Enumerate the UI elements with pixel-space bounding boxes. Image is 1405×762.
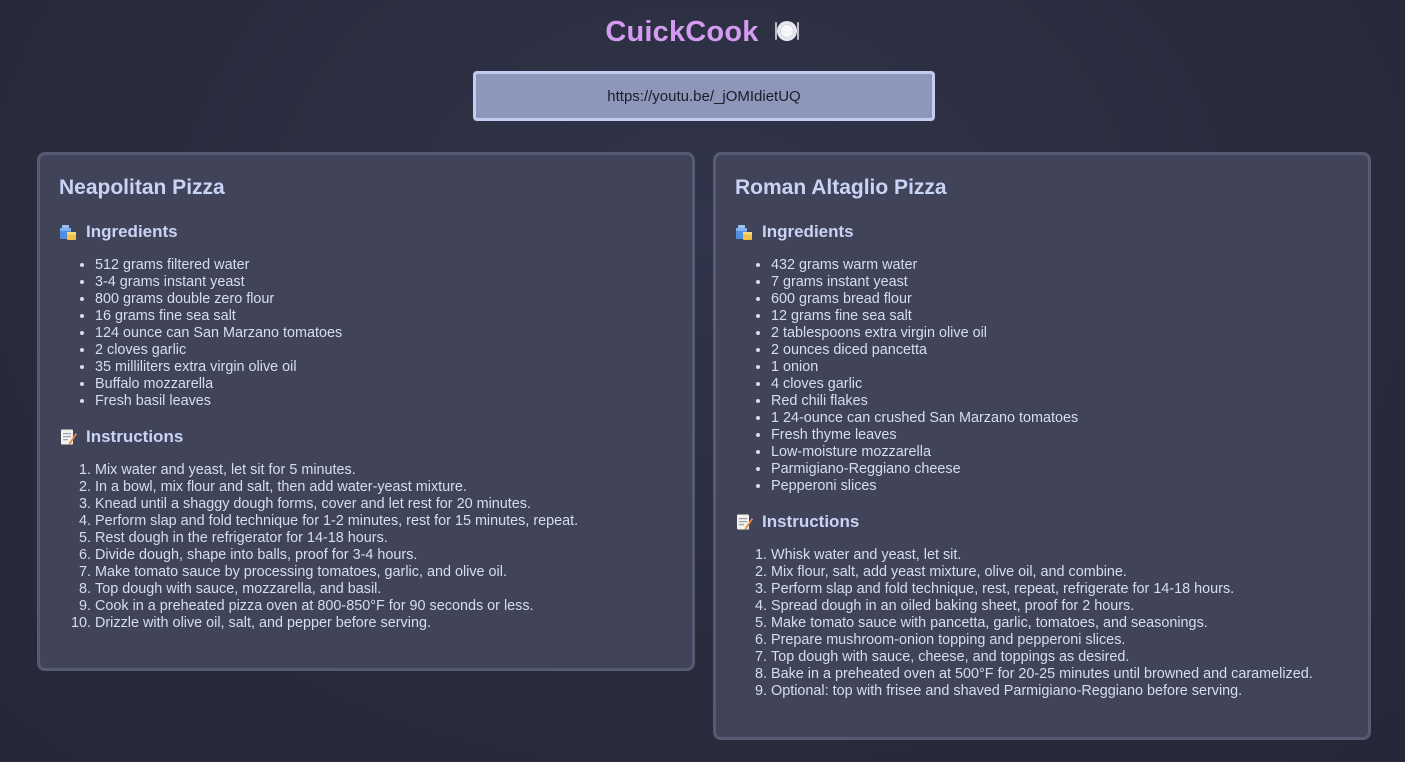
ingredient-item: Parmigiano-Reggiano cheese <box>771 461 1348 478</box>
ingredients-list: 432 grams warm water7 grams instant yeas… <box>735 257 1348 495</box>
ingredient-item: 12 grams fine sea salt <box>771 308 1348 325</box>
instruction-step: Optional: top with frisee and shaved Par… <box>771 683 1348 700</box>
ingredient-item: Red chili flakes <box>771 393 1348 410</box>
instruction-step: Top dough with sauce, mozzarella, and ba… <box>95 581 672 598</box>
instruction-step: Perform slap and fold technique, rest, r… <box>771 581 1348 598</box>
instruction-step: Mix flour, salt, add yeast mixture, oliv… <box>771 564 1348 581</box>
instruction-step: Drizzle with olive oil, salt, and pepper… <box>95 615 672 632</box>
ingredient-item: 512 grams filtered water <box>95 257 672 274</box>
instruction-step: Make tomato sauce with pancetta, garlic,… <box>771 615 1348 632</box>
ingredient-item: 2 cloves garlic <box>95 342 672 359</box>
instruction-step: Mix water and yeast, let sit for 5 minut… <box>95 462 672 479</box>
memo-icon <box>59 428 77 446</box>
instructions-list: Mix water and yeast, let sit for 5 minut… <box>59 462 672 632</box>
ingredients-heading-label: Ingredients <box>86 222 178 241</box>
instruction-step: Top dough with sauce, cheese, and toppin… <box>771 649 1348 666</box>
ingredient-item: 35 milliliters extra virgin olive oil <box>95 359 672 376</box>
ingredient-item: Fresh basil leaves <box>95 393 672 410</box>
ingredient-item: Low-moisture mozzarella <box>771 444 1348 461</box>
ingredient-item: 3-4 grams instant yeast <box>95 274 672 291</box>
ingredients-icon <box>735 223 753 241</box>
instruction-step: Cook in a preheated pizza oven at 800-85… <box>95 598 672 615</box>
instruction-step: Perform slap and fold technique for 1-2 … <box>95 513 672 530</box>
ingredient-item: 7 grams instant yeast <box>771 274 1348 291</box>
instruction-step: Make tomato sauce by processing tomatoes… <box>95 564 672 581</box>
ingredient-item: Fresh thyme leaves <box>771 427 1348 444</box>
plate-icon <box>774 18 800 44</box>
instruction-step: Bake in a preheated oven at 500°F for 20… <box>771 666 1348 683</box>
memo-icon <box>735 513 753 531</box>
instruction-step: Whisk water and yeast, let sit. <box>771 547 1348 564</box>
recipe-card-neapolitan: Neapolitan Pizza Ingredients 512 grams f… <box>37 152 695 671</box>
instructions-heading: Instructions <box>735 511 1348 533</box>
recipe-title: Roman Altaglio Pizza <box>735 176 947 199</box>
instruction-step: Divide dough, shape into balls, proof fo… <box>95 547 672 564</box>
instructions-list: Whisk water and yeast, let sit.Mix flour… <box>735 547 1348 700</box>
video-url-input[interactable] <box>473 71 935 121</box>
recipe-title: Neapolitan Pizza <box>59 176 225 199</box>
ingredient-item: 432 grams warm water <box>771 257 1348 274</box>
ingredient-item: 16 grams fine sea salt <box>95 308 672 325</box>
app-title: CuickCook <box>605 16 759 48</box>
instructions-heading-label: Instructions <box>86 427 184 446</box>
ingredient-item: 2 ounces diced pancetta <box>771 342 1348 359</box>
instruction-step: In a bowl, mix flour and salt, then add … <box>95 479 672 496</box>
ingredients-heading: Ingredients <box>735 221 1348 243</box>
instruction-step: Rest dough in the refrigerator for 14-18… <box>95 530 672 547</box>
ingredient-item: 4 cloves garlic <box>771 376 1348 393</box>
ingredients-icon <box>59 223 77 241</box>
instruction-step: Knead until a shaggy dough forms, cover … <box>95 496 672 513</box>
ingredient-item: Pepperoni slices <box>771 478 1348 495</box>
instructions-heading: Instructions <box>59 426 672 448</box>
recipe-card-roman: Roman Altaglio Pizza Ingredients 432 gra… <box>713 152 1371 740</box>
ingredients-list: 512 grams filtered water3-4 grams instan… <box>59 257 672 410</box>
instruction-step: Prepare mushroom-onion topping and peppe… <box>771 632 1348 649</box>
instructions-heading-label: Instructions <box>762 512 860 531</box>
ingredient-item: Buffalo mozzarella <box>95 376 672 393</box>
ingredients-heading-label: Ingredients <box>762 222 854 241</box>
ingredient-item: 600 grams bread flour <box>771 291 1348 308</box>
ingredient-item: 2 tablespoons extra virgin olive oil <box>771 325 1348 342</box>
app-header: CuickCook <box>0 16 1405 52</box>
instruction-step: Spread dough in an oiled baking sheet, p… <box>771 598 1348 615</box>
ingredient-item: 800 grams double zero flour <box>95 291 672 308</box>
ingredients-heading: Ingredients <box>59 221 672 243</box>
ingredient-item: 1 24-ounce can crushed San Marzano tomat… <box>771 410 1348 427</box>
ingredient-item: 124 ounce can San Marzano tomatoes <box>95 325 672 342</box>
ingredient-item: 1 onion <box>771 359 1348 376</box>
